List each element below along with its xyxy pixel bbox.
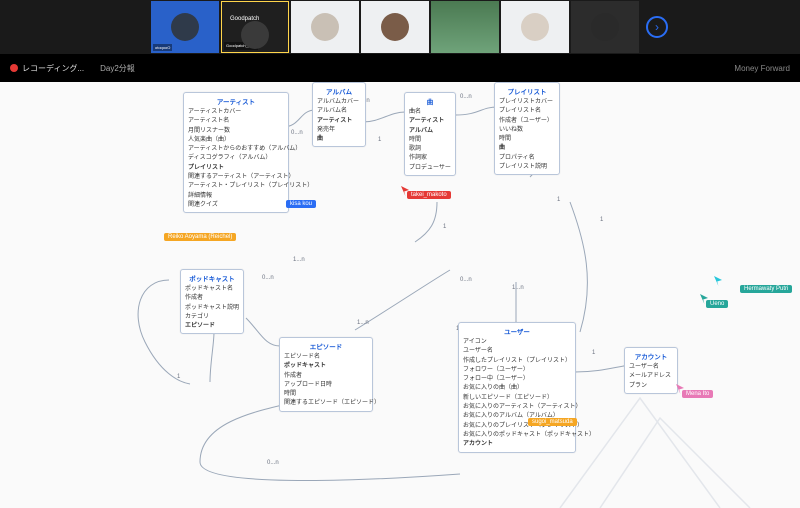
video-tile[interactable] bbox=[431, 1, 499, 53]
edge-label: 1 bbox=[443, 224, 446, 230]
edge-label: 0...n bbox=[262, 275, 274, 281]
background-artifact bbox=[0, 388, 800, 508]
node-artist[interactable]: アーティスト アーティストカバー アーティスト名 月間リスナー数 人気楽曲（曲）… bbox=[183, 92, 289, 213]
edge-label: 1 bbox=[600, 217, 603, 223]
edge-label: 1 bbox=[378, 137, 381, 143]
edge-label: 1 bbox=[592, 350, 595, 356]
app-subbar: レコーディング... Day2分報 Money Forward bbox=[0, 54, 800, 82]
video-tile[interactable] bbox=[571, 1, 639, 53]
edge-label: 1...n bbox=[512, 285, 524, 291]
breadcrumb[interactable]: Day2分報 bbox=[100, 63, 135, 74]
edge-label: 1 bbox=[177, 374, 180, 380]
video-call-bar: otoqooO Goodpatch Goodpatch_開梱 › bbox=[0, 0, 800, 54]
edge-label: 0...n bbox=[291, 130, 303, 136]
video-tile[interactable] bbox=[291, 1, 359, 53]
presence-tag: Ueno bbox=[706, 300, 728, 308]
video-tile[interactable] bbox=[361, 1, 429, 53]
next-participants-button[interactable]: › bbox=[646, 16, 668, 38]
edge-label: 1...n bbox=[293, 257, 305, 263]
edge-label: 1...n bbox=[357, 320, 369, 326]
presence-tag: takei_makoto bbox=[407, 191, 451, 199]
diagram-canvas[interactable]: 0...n 1...n 1 0...n 1...n 1 1...n 1 0...… bbox=[0, 82, 800, 508]
edge-label: 1 bbox=[557, 197, 560, 203]
node-playlist[interactable]: プレイリスト プレイリストカバー プレイリスト名 作成者（ユーザー） いいね数 … bbox=[494, 82, 560, 175]
video-tile-active[interactable]: Goodpatch Goodpatch_開梱 bbox=[221, 1, 289, 53]
edge-label: 0...n bbox=[460, 94, 472, 100]
recording-label: レコーディング... bbox=[22, 63, 84, 74]
video-tile[interactable] bbox=[501, 1, 569, 53]
edge-label: 0...n bbox=[460, 277, 472, 283]
node-podcast[interactable]: ポッドキャスト ポッドキャスト名 作成者 ポッドキャスト説明 カテゴリ エピソー… bbox=[180, 269, 244, 334]
node-album[interactable]: アルバム アルバムカバー アルバム名 アーティスト 発売年 曲 bbox=[312, 82, 366, 147]
node-account[interactable]: アカウント ユーザー名 メールアドレス プラン bbox=[624, 347, 678, 394]
presence-tag: kisa kou bbox=[286, 200, 316, 208]
presence-tag: Reiko Aoyama (Reichel) bbox=[164, 233, 236, 241]
presence-tag: Hermawaty Putri bbox=[740, 285, 792, 293]
node-song[interactable]: 曲 曲名 アーティスト アルバム 時間 歌詞 作詞家 プロデューサー bbox=[404, 92, 456, 176]
org-label: Money Forward bbox=[734, 64, 790, 73]
recording-indicator-icon bbox=[10, 64, 18, 72]
video-tile[interactable]: otoqooO bbox=[151, 1, 219, 53]
